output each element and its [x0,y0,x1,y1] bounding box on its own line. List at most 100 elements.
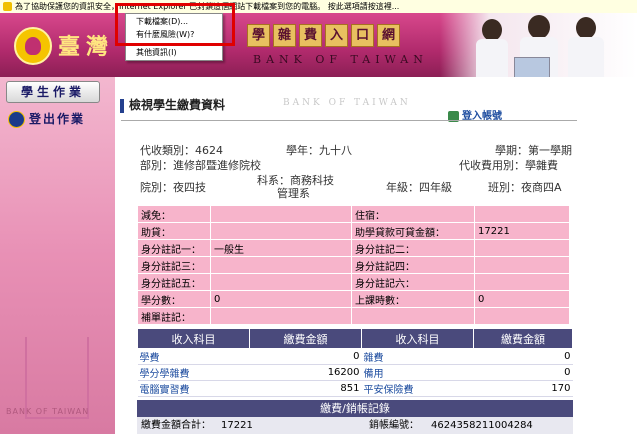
table-cell [474,256,570,274]
sidebar-item-label: 登出作業 [29,112,86,126]
table-cell [210,256,352,274]
table-row: 學費 0 雜費 0 [137,348,573,365]
table-cell: 住宿： [351,205,475,223]
fee-usage: 代收費用別：學雜費 [459,159,558,172]
total-label: 繳費金額合計： [141,420,211,431]
fee-amount: 0 [249,348,362,365]
portal-title: 學雜費入口網 [247,24,403,48]
fee-item: 電腦實習費 [137,380,250,397]
table-cell: 助學貸款可貸金額： [351,222,475,240]
fee-amount: 0 [473,348,573,365]
account-label: 銷帳編號： [369,420,419,431]
fee-table-header: 收入科目 繳費金額 收入科目 繳費金額 [137,328,573,349]
table-cell [210,205,352,223]
fee-item: 雜費 [361,348,474,365]
table-cell: 0 [210,290,352,308]
department-line2: 管理系 [277,187,310,200]
main-content: 檢視學生繳費資料 BANK OF TAIWAN 登入帳號 代收類別：4624 學… [115,77,637,434]
table-cell: 補單註記： [137,307,211,325]
title-char: 口 [351,24,374,47]
logout-icon [8,111,25,128]
shield-icon [3,2,12,11]
table-row: 身分註記五： 身分註記六： [137,273,570,291]
site-banner: 臺灣 學雜費入口網 BANK OF TAIWAN [0,13,637,77]
fee-amount: 0 [473,364,573,381]
table-cell: 身分註記三： [137,256,211,274]
table-row: 電腦實習費 851 平安保險費 170 [137,380,573,397]
menu-item-more-info[interactable]: 其他資訊(I) [136,47,177,58]
ie-information-bar[interactable]: 為了協助保護您的資訊安全，Internet Explorer 已封鎖這個網站下載… [0,0,637,14]
table-cell: 身分註記四： [351,256,475,274]
table-cell [474,205,570,223]
table-row: 身分註記三： 身分註記四： [137,256,570,274]
table-row: 補單註記： [137,307,570,325]
bank-name-en: BANK OF TAIWAN [253,53,428,66]
title-char: 網 [377,24,400,47]
table-cell: 身分註記五： [137,273,211,291]
table-cell: 17221 [474,222,570,240]
fee-table: 收入科目 繳費金額 收入科目 繳費金額 學費 0 雜費 0 學分學雜費 1620… [137,328,573,397]
highlight-box [115,3,235,46]
section-watermark: BANK OF TAIWAN [283,98,411,108]
semester: 學期：第一學期 [495,144,572,157]
bank-name-zh: 臺灣 [58,34,115,60]
section-title: 檢視學生繳費資料 [120,96,225,113]
title-char: 費 [299,24,322,47]
section-divider [121,120,577,121]
table-row: 助貸： 助學貸款可貸金額： 17221 [137,222,570,240]
sidebar-item-logout[interactable]: 登出作業 [8,109,104,129]
bank-logo-icon [14,27,52,65]
fee-amount: 16200 [249,364,362,381]
grade: 年級：四年級 [386,181,452,194]
sidebar-item-student-tasks[interactable]: 學生作業 [6,81,100,103]
table-cell [210,273,352,291]
payment-record-row: 繳費金額合計： 17221 銷帳編號： 4624358211004284 [137,417,573,434]
table-cell: 身分註記一： [137,239,211,257]
title-char: 學 [247,24,270,47]
table-row: 學分學雜費 16200 備用 0 [137,364,573,381]
sidebar-watermark: BANK OF TAIWAN [6,407,90,416]
fee-item: 平安保險費 [361,380,474,397]
fee-amount: 170 [473,380,573,397]
table-cell: 減免： [137,205,211,223]
total-value: 17221 [221,420,253,431]
account-value: 4624358211004284 [431,420,533,431]
table-cell [474,307,570,325]
table-cell: 助貸： [137,222,211,240]
table-cell: 身分註記六： [351,273,475,291]
table-row: 減免： 住宿： [137,205,570,223]
college: 院別：夜四技 [140,181,206,194]
fee-item: 備用 [361,364,474,381]
payment-record-header: 繳費/銷帳記錄 [137,400,573,417]
table-row: 身分註記一： 一般生 身分註記二： [137,239,570,257]
collection-type: 代收類別：4624 [140,144,223,157]
column-header: 收入科目 [361,328,474,349]
table-cell: 身分註記二： [351,239,475,257]
table-cell: 0 [474,290,570,308]
table-cell [351,307,475,325]
sidebar: 學生作業 登出作業 BANK OF TAIWAN [0,77,115,434]
student-detail-table: 減免： 住宿： 助貸： 助學貸款可貸金額： 17221 身分註記一： 一般生 身… [137,205,570,325]
table-cell [210,222,352,240]
table-cell [210,307,352,325]
title-char: 雜 [273,24,296,47]
column-header: 繳費金額 [473,328,573,349]
fee-amount: 851 [249,380,362,397]
class: 班別：夜商四A [488,181,562,194]
students-photo [440,13,637,77]
school-year: 學年：九十八 [286,144,352,157]
division: 部別：進修部暨進修院校 [140,159,261,172]
fee-item: 學費 [137,348,250,365]
table-cell: 學分數： [137,290,211,308]
table-cell [474,239,570,257]
title-bar-icon [120,98,124,113]
table-cell: 一般生 [210,239,352,257]
table-cell: 上課時數： [351,290,475,308]
table-cell [474,273,570,291]
section-title-text: 檢視學生繳費資料 [129,98,226,112]
fee-item: 學分學雜費 [137,364,250,381]
column-header: 收入科目 [137,328,250,349]
column-header: 繳費金額 [249,328,362,349]
title-char: 入 [325,24,348,47]
table-row: 學分數： 0 上課時數： 0 [137,290,570,308]
